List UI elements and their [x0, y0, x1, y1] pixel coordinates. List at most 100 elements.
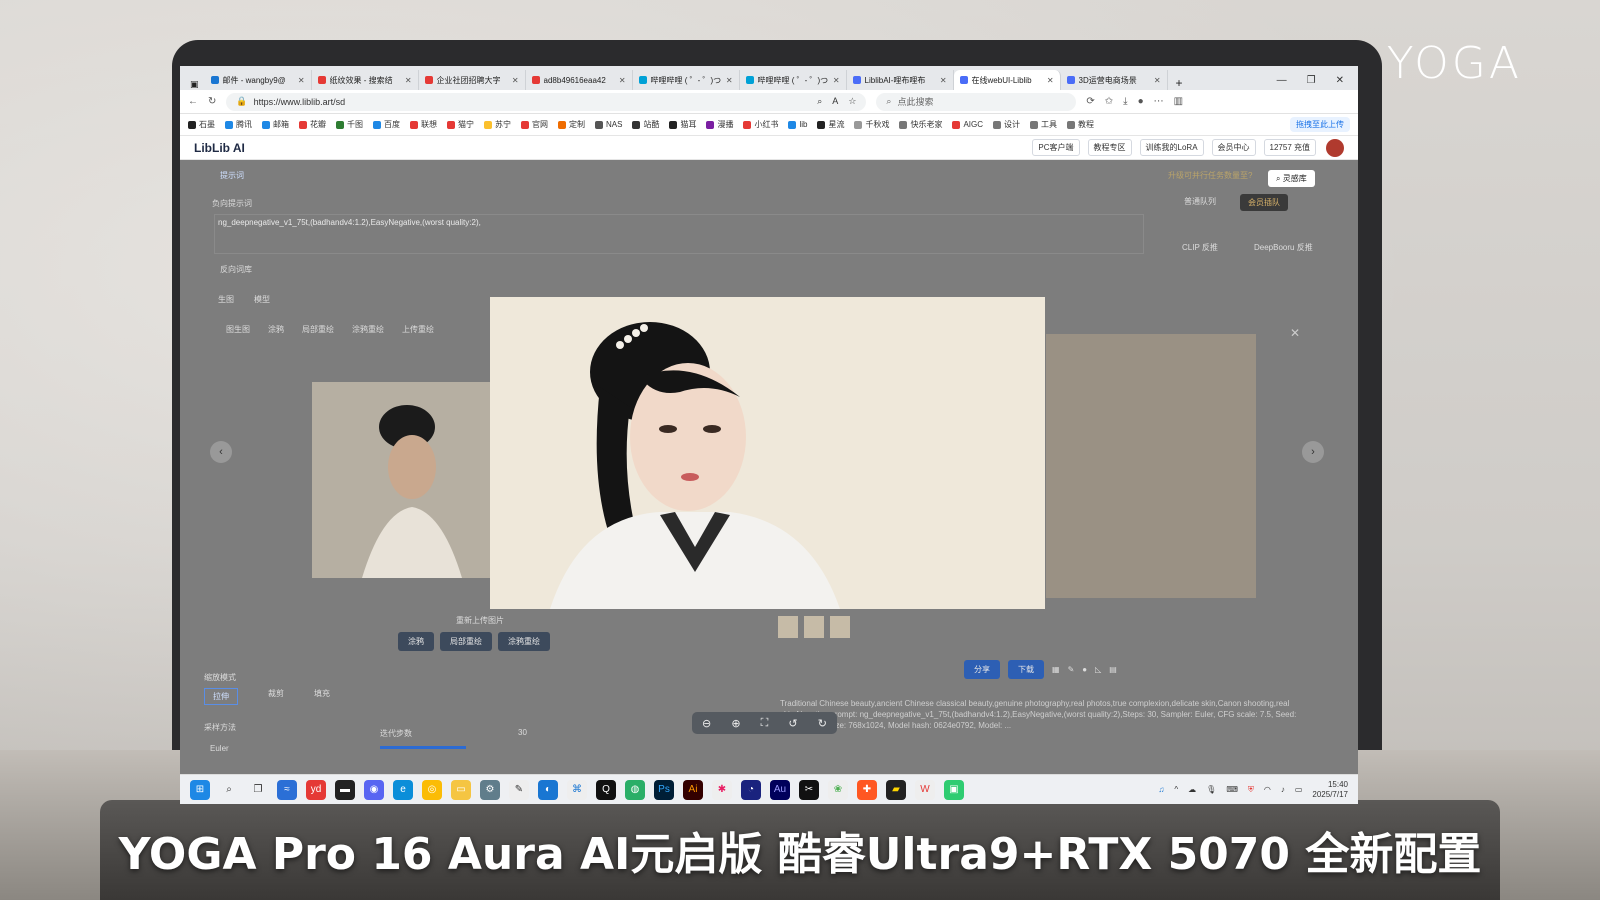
bookmark-item[interactable]: 小红书: [743, 119, 778, 130]
upgrade-hint[interactable]: 升级可并行任务数量至?: [1168, 170, 1252, 181]
image-action-button[interactable]: 涂鸦重绘: [498, 632, 550, 651]
bookmark-item[interactable]: 站酷: [632, 119, 659, 130]
next-image-arrow[interactable]: ›: [1302, 441, 1324, 463]
network-app-icon[interactable]: ⌘: [567, 779, 587, 800]
browser-icon[interactable]: ◐: [538, 779, 558, 800]
blender-icon[interactable]: ◔: [741, 779, 761, 800]
bookmark-item[interactable]: 猫耳: [669, 119, 696, 130]
user-avatar[interactable]: [1326, 138, 1344, 157]
tab-close-icon[interactable]: ✕: [298, 76, 305, 85]
bookmark-item[interactable]: 花瓣: [299, 119, 326, 130]
illustrator-icon[interactable]: Ai: [683, 779, 703, 800]
keyboard-icon[interactable]: ⌨: [1226, 785, 1238, 794]
bookmark-item[interactable]: AIGC: [952, 119, 983, 130]
rotate-right-icon[interactable]: ↻: [818, 717, 827, 730]
download-icon[interactable]: ⤓: [1123, 96, 1127, 107]
deepbooru-reverse-button[interactable]: DeepBooru 反推: [1254, 242, 1313, 253]
main-tab[interactable]: 模型: [254, 294, 270, 305]
network-icon[interactable]: ❀: [828, 779, 848, 800]
sub-tab[interactable]: 涂鸦重绘: [352, 324, 384, 335]
back-icon[interactable]: ←: [188, 96, 198, 107]
wifi-icon[interactable]: ◠: [1264, 785, 1271, 794]
wps-icon[interactable]: W: [915, 779, 935, 800]
steps-value[interactable]: 30: [518, 728, 527, 737]
app-icon[interactable]: ≈: [277, 779, 297, 800]
bookmark-item[interactable]: 石墨: [188, 119, 215, 130]
ruler-icon[interactable]: ◺: [1095, 665, 1101, 674]
bookmark-item[interactable]: 百度: [373, 119, 400, 130]
reupload-hint[interactable]: 重新上传图片: [456, 615, 504, 626]
tab-close-icon[interactable]: ✕: [619, 76, 626, 85]
file-explorer-icon[interactable]: ▭: [451, 779, 471, 800]
notes-icon[interactable]: ▰: [886, 779, 906, 800]
steps-slider[interactable]: [380, 746, 466, 749]
negative-prompt-input[interactable]: ng_deepnegative_v1_75t,(badhandv4:1.2),E…: [214, 214, 1144, 254]
bookmark-item[interactable]: lib: [788, 119, 807, 130]
browser-tab[interactable]: 邮件 - wangby9@ ✕: [205, 70, 312, 90]
tab-actions-icon[interactable]: ▣: [184, 79, 205, 90]
audition-icon[interactable]: Au: [770, 779, 790, 800]
url-field[interactable]: 🔒 https://www.liblib.art/sd ⌕ A ☆: [226, 92, 867, 111]
bookmark-item[interactable]: 工具: [1030, 119, 1057, 130]
restore-icon[interactable]: ❐: [1307, 75, 1316, 86]
vip-queue-button[interactable]: 会员插队: [1240, 194, 1288, 211]
zoom-out-icon[interactable]: ⊖: [702, 717, 711, 730]
battery-icon[interactable]: ▭: [1295, 785, 1303, 794]
bookmark-item[interactable]: 联想: [410, 119, 437, 130]
browser-tab[interactable]: 3D运营电商场景 ✕: [1061, 70, 1168, 90]
discord-icon[interactable]: ◉: [364, 779, 384, 800]
share-button[interactable]: 分享: [964, 660, 1000, 679]
sub-tab[interactable]: 局部重绘: [302, 324, 334, 335]
sub-tab[interactable]: 图生图: [226, 324, 250, 335]
browser-tab[interactable]: LiblibAI-哩布哩布 ✕: [847, 70, 954, 90]
bookmark-item[interactable]: 星流: [817, 119, 844, 130]
bookmark-item[interactable]: 定制: [558, 119, 585, 130]
new-tab-button[interactable]: +: [1168, 76, 1191, 90]
thumbnail[interactable]: [778, 616, 798, 638]
zoom-option[interactable]: 裁剪: [268, 688, 284, 705]
header-button[interactable]: 训练我的LoRA: [1139, 139, 1204, 156]
notification-icon[interactable]: ♫: [1158, 785, 1164, 794]
reverse-dict-label[interactable]: 反向词库: [220, 264, 252, 275]
color-icon[interactable]: ●: [1082, 665, 1087, 674]
more-icon[interactable]: ⋯: [1154, 96, 1164, 107]
refresh-icon[interactable]: ↻: [208, 96, 216, 107]
browser-tab[interactable]: 哔哩哔哩 ( ゜- ゜)つ ✕: [633, 70, 740, 90]
liblib-logo[interactable]: LibLib AI: [194, 141, 245, 155]
zoom-option[interactable]: 填充: [314, 688, 330, 705]
search-taskbar-icon[interactable]: ⌕: [219, 780, 239, 800]
image-action-button[interactable]: 局部重绘: [440, 632, 492, 651]
bookmark-item[interactable]: 苏宁: [484, 119, 511, 130]
minimize-icon[interactable]: —: [1277, 75, 1287, 86]
bookmark-item[interactable]: 猫宁: [447, 119, 474, 130]
film-icon[interactable]: ▤: [1109, 665, 1117, 674]
rotate-left-icon[interactable]: ↺: [788, 717, 797, 730]
xmind-icon[interactable]: ✚: [857, 779, 877, 800]
image-icon[interactable]: ▦: [1052, 665, 1060, 674]
bookmark-item[interactable]: NAS: [595, 119, 622, 130]
bookmark-item[interactable]: 官网: [521, 119, 548, 130]
zoom-option[interactable]: 拉伸: [204, 688, 238, 705]
settings-icon[interactable]: ⚙: [480, 779, 500, 800]
browser-tab[interactable]: 在线webUI-Liblib ✕: [953, 70, 1061, 90]
zoom-in-icon[interactable]: ⊕: [731, 717, 740, 730]
qq-icon[interactable]: Q: [596, 779, 616, 800]
bookmark-item[interactable]: 快乐老家: [899, 119, 942, 130]
terminal-icon[interactable]: ▬: [335, 779, 355, 800]
tab-close-icon[interactable]: ✕: [405, 76, 412, 85]
fullscreen-icon[interactable]: ⛶: [761, 717, 769, 730]
tab-close-icon[interactable]: ✕: [833, 76, 840, 85]
thumbnail[interactable]: [804, 616, 824, 638]
inspiration-library-button[interactable]: ⌕ 灵感库: [1268, 170, 1315, 187]
favorite-star-icon[interactable]: ☆: [848, 96, 856, 107]
brush-icon[interactable]: ✎: [1068, 665, 1075, 674]
taskbar-clock[interactable]: 15:40 2025/7/17: [1312, 780, 1348, 800]
capcut-icon[interactable]: ✂: [799, 779, 819, 800]
bookmark-item[interactable]: 千图: [336, 119, 363, 130]
prompt-label[interactable]: 提示词: [220, 171, 244, 180]
sidebar-icon[interactable]: ▥: [1174, 96, 1183, 107]
browser-tab[interactable]: 哔哩哔哩 ( ゜- ゜)つ ✕: [740, 70, 847, 90]
sub-tab[interactable]: 上传重绘: [402, 324, 434, 335]
sampler-value[interactable]: Euler: [210, 744, 229, 753]
bookmark-item[interactable]: 漫播: [706, 119, 733, 130]
